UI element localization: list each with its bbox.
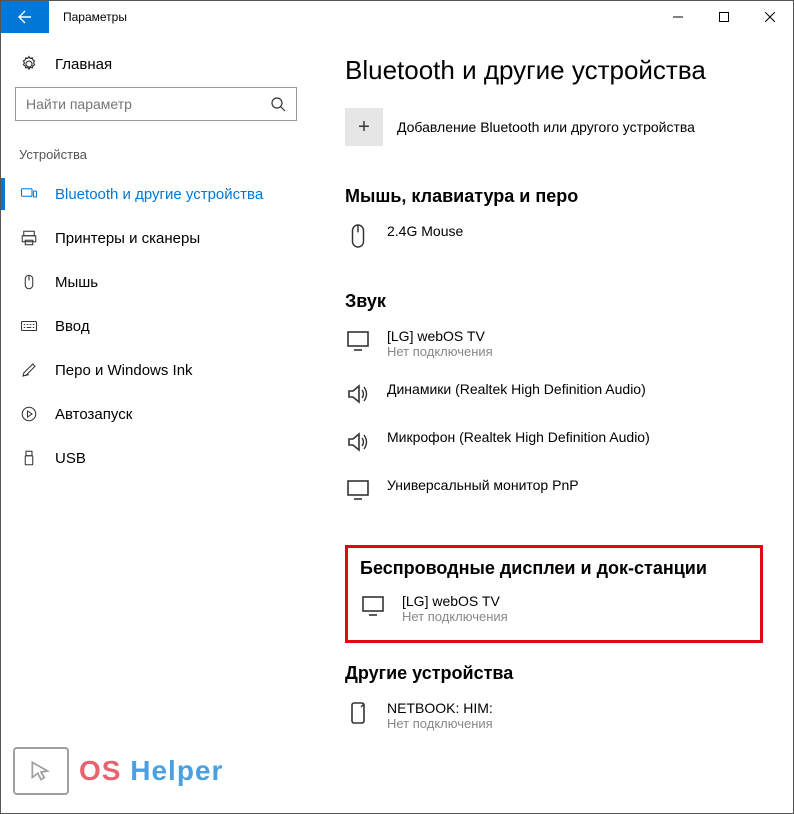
minimize-icon: [673, 12, 683, 22]
section-header: Мышь, клавиатура и перо: [345, 186, 793, 207]
section-mouse-keyboard-pen: Мышь, клавиатура и перо 2.4G Mouse: [345, 186, 793, 265]
section-wireless-displays-highlight: Беспроводные дисплеи и док-станции [LG] …: [345, 545, 763, 643]
sidebar-home-label: Главная: [55, 56, 112, 73]
watermark-text: OS Helper: [79, 755, 223, 787]
plus-icon: +: [358, 116, 370, 139]
section-header: Беспроводные дисплеи и док-станции: [360, 558, 748, 579]
speaker-icon: [345, 429, 371, 455]
sidebar-item-autoplay[interactable]: Автозапуск: [1, 392, 311, 436]
device-status: Нет подключения: [402, 609, 508, 624]
sidebar-item-label: Перо и Windows Ink: [55, 362, 193, 379]
device-status: Нет подключения: [387, 716, 493, 731]
close-icon: [765, 12, 775, 22]
device-row[interactable]: [LG] webOS TV Нет подключения: [360, 587, 748, 630]
sidebar-item-label: Автозапуск: [55, 406, 132, 423]
usb-icon: [19, 448, 39, 468]
page-title: Bluetooth и другие устройства: [345, 55, 793, 86]
device-name: [LG] webOS TV: [387, 328, 493, 344]
mouse-icon: [19, 272, 39, 292]
gear-icon: [19, 54, 39, 74]
add-device-button[interactable]: +: [345, 108, 383, 146]
window-title: Параметры: [49, 1, 655, 33]
window-controls: [655, 1, 793, 33]
section-audio: Звук [LG] webOS TV Нет подключения Динам…: [345, 291, 793, 519]
device-name: 2.4G Mouse: [387, 223, 463, 239]
search-icon: [270, 96, 286, 112]
add-device-label: Добавление Bluetooth или другого устройс…: [397, 119, 695, 135]
maximize-icon: [719, 12, 729, 22]
sidebar-item-printers[interactable]: Принтеры и сканеры: [1, 216, 311, 260]
autoplay-icon: [19, 404, 39, 424]
close-button[interactable]: [747, 1, 793, 33]
section-other-devices: Другие устройства NETBOOK: HIM: Нет подк…: [345, 663, 793, 747]
device-row[interactable]: Микрофон (Realtek High Definition Audio): [345, 423, 793, 471]
sidebar: Главная Устройства Bluetooth и другие ус…: [1, 33, 311, 813]
back-arrow-icon: [17, 9, 33, 25]
sidebar-item-label: Принтеры и сканеры: [55, 230, 200, 247]
device-row[interactable]: 2.4G Mouse: [345, 217, 793, 265]
keyboard-icon: [19, 316, 39, 336]
section-header: Другие устройства: [345, 663, 793, 684]
sidebar-item-label: USB: [55, 450, 86, 467]
device-name: Универсальный монитор PnP: [387, 477, 579, 493]
maximize-button[interactable]: [701, 1, 747, 33]
titlebar: Параметры: [1, 1, 793, 33]
phone-icon: [345, 700, 371, 726]
search-input[interactable]: [15, 87, 297, 121]
main-content: Bluetooth и другие устройства + Добавлен…: [311, 33, 793, 813]
back-button[interactable]: [1, 1, 49, 33]
mouse-device-icon: [345, 223, 371, 249]
monitor-icon: [345, 328, 371, 354]
monitor-icon: [360, 593, 386, 619]
pen-icon: [19, 360, 39, 380]
device-name: Динамики (Realtek High Definition Audio): [387, 381, 646, 397]
devices-icon: [19, 184, 39, 204]
sidebar-item-mouse[interactable]: Мышь: [1, 260, 311, 304]
cursor-icon: [28, 758, 54, 784]
sidebar-item-label: Bluetooth и другие устройства: [55, 186, 263, 203]
device-row[interactable]: [LG] webOS TV Нет подключения: [345, 322, 793, 375]
sidebar-item-label: Мышь: [55, 274, 98, 291]
sidebar-home[interactable]: Главная: [1, 59, 311, 87]
speaker-icon: [345, 381, 371, 407]
sidebar-item-typing[interactable]: Ввод: [1, 304, 311, 348]
device-row[interactable]: NETBOOK: HIM: Нет подключения: [345, 694, 793, 747]
device-name: Микрофон (Realtek High Definition Audio): [387, 429, 650, 445]
minimize-button[interactable]: [655, 1, 701, 33]
section-header: Звук: [345, 291, 793, 312]
device-name: [LG] webOS TV: [402, 593, 508, 609]
search-textfield[interactable]: [26, 96, 270, 112]
monitor-icon: [345, 477, 371, 503]
watermark-cursor-box: [13, 747, 69, 795]
device-row[interactable]: Динамики (Realtek High Definition Audio): [345, 375, 793, 423]
sidebar-item-bluetooth[interactable]: Bluetooth и другие устройства: [1, 172, 311, 216]
sidebar-item-label: Ввод: [55, 318, 90, 335]
device-name: NETBOOK: HIM:: [387, 700, 493, 716]
sidebar-item-usb[interactable]: USB: [1, 436, 311, 480]
add-device-row[interactable]: + Добавление Bluetooth или другого устро…: [345, 108, 793, 146]
printer-icon: [19, 228, 39, 248]
watermark-logo: OS Helper: [13, 747, 223, 795]
device-status: Нет подключения: [387, 344, 493, 359]
sidebar-category: Устройства: [1, 147, 311, 172]
sidebar-item-pen[interactable]: Перо и Windows Ink: [1, 348, 311, 392]
device-row[interactable]: Универсальный монитор PnP: [345, 471, 793, 519]
